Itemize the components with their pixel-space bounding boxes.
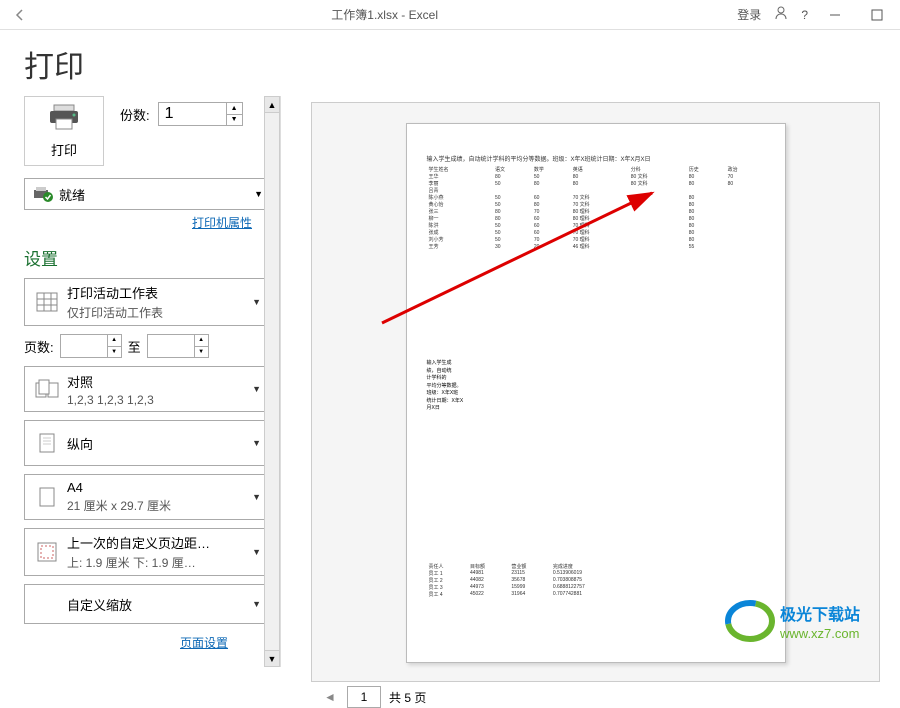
- account-icon[interactable]: [773, 5, 789, 24]
- page-icon: [33, 487, 61, 507]
- print-button-label: 打印: [51, 140, 77, 159]
- settings-heading: 设置: [24, 245, 268, 270]
- pages-label: 页数:: [24, 337, 54, 356]
- printer-properties-link[interactable]: 打印机属性: [24, 214, 268, 231]
- preview-block-2: 输入学生成绩，自动统计学科的平均分等数据。班级：X年X班统计日期：X年X月X日: [427, 360, 765, 413]
- login-link[interactable]: 登录: [737, 6, 761, 23]
- pages-from-input[interactable]: ▲▼: [60, 334, 122, 358]
- left-scrollbar[interactable]: ▲ ▼: [264, 96, 280, 667]
- preview-block-3: 责任人目标额营业额完成进度员工 144981231150.513906019员工…: [427, 563, 765, 598]
- page-setup-link[interactable]: 页面设置: [180, 634, 228, 651]
- minimize-button[interactable]: [820, 5, 850, 25]
- copies-label: 份数:: [120, 105, 150, 124]
- titlebar: 工作簿1.xlsx - Excel 登录 ?: [0, 0, 900, 30]
- preview-area: 输入学生成绩，自动统计学科的平均分等数据。班级：X年X班统计日期：X年X月X日 …: [311, 102, 880, 682]
- total-pages-label: 共 5 页: [389, 689, 426, 706]
- portrait-icon: [33, 433, 61, 453]
- back-arrow-icon[interactable]: [8, 3, 32, 27]
- printer-status-icon: [33, 186, 53, 202]
- svg-text:极光下载站: 极光下载站: [780, 605, 860, 624]
- preview-title: 输入学生成绩，自动统计学科的平均分等数据。班级：X年X班统计日期：X年X月X日: [427, 154, 765, 163]
- printer-select[interactable]: 就绪 ▼: [24, 178, 268, 210]
- pages-to-input[interactable]: ▲▼: [147, 334, 209, 358]
- print-button[interactable]: 打印: [24, 96, 104, 166]
- preview-table-1: 学生姓名语文数学英语分科历史政治王华80508080 文科8070李丽50808…: [427, 166, 765, 250]
- orientation-select[interactable]: 纵向 ▼: [24, 420, 268, 466]
- maximize-button[interactable]: [862, 5, 892, 25]
- chevron-down-icon: ▼: [252, 547, 261, 557]
- page-title: 打印: [0, 30, 900, 96]
- copies-up[interactable]: ▲: [227, 103, 242, 115]
- copies-down[interactable]: ▼: [227, 115, 242, 126]
- chevron-down-icon: ▼: [254, 189, 263, 199]
- current-page-input[interactable]: 1: [347, 686, 381, 708]
- collate-icon: [33, 379, 61, 399]
- margins-icon: [33, 542, 61, 562]
- print-settings-panel: 打印 份数: 1 ▲▼ 就绪 ▼ 打印机属性 设置 打印活动工作表仅打印活动工作…: [0, 96, 280, 667]
- print-scope-select[interactable]: 打印活动工作表仅打印活动工作表 ▼: [24, 278, 268, 326]
- chevron-down-icon: ▼: [252, 492, 261, 502]
- scroll-up-icon[interactable]: ▲: [265, 97, 279, 113]
- copies-input[interactable]: 1 ▲▼: [158, 102, 243, 126]
- chevron-down-icon: ▼: [252, 297, 261, 307]
- preview-panel: 输入学生成绩，自动统计学科的平均分等数据。班级：X年X班统计日期：X年X月X日 …: [280, 96, 900, 667]
- page-navigation: ◄ 1 共 5 页: [311, 686, 880, 708]
- pages-to-label: 至: [128, 337, 141, 356]
- margins-select[interactable]: 上一次的自定义页边距…上: 1.9 厘米 下: 1.9 厘… ▼: [24, 528, 268, 576]
- chevron-down-icon: ▼: [252, 384, 261, 394]
- collate-select[interactable]: 对照1,2,3 1,2,3 1,2,3 ▼: [24, 366, 268, 412]
- help-button[interactable]: ?: [801, 8, 808, 22]
- worksheet-icon: [33, 292, 61, 312]
- page-preview: 输入学生成绩，自动统计学科的平均分等数据。班级：X年X班统计日期：X年X月X日 …: [406, 123, 786, 663]
- window-title: 工作簿1.xlsx - Excel: [32, 6, 737, 23]
- paper-size-select[interactable]: A421 厘米 x 29.7 厘米 ▼: [24, 474, 268, 520]
- pages-range: 页数: ▲▼ 至 ▲▼: [24, 334, 268, 358]
- svg-text:www.xz7.com: www.xz7.com: [779, 626, 859, 641]
- watermark: 极光下载站 www.xz7.com: [720, 596, 900, 651]
- chevron-down-icon: ▼: [252, 599, 261, 609]
- copies-value: 1: [165, 105, 174, 123]
- chevron-down-icon: ▼: [252, 438, 261, 448]
- scaling-select[interactable]: 自定义缩放 ▼: [24, 584, 268, 624]
- prev-page-button[interactable]: ◄: [321, 688, 339, 706]
- printer-icon: [48, 103, 80, 136]
- scroll-down-icon[interactable]: ▼: [265, 650, 279, 666]
- printer-status: 就绪: [59, 185, 85, 204]
